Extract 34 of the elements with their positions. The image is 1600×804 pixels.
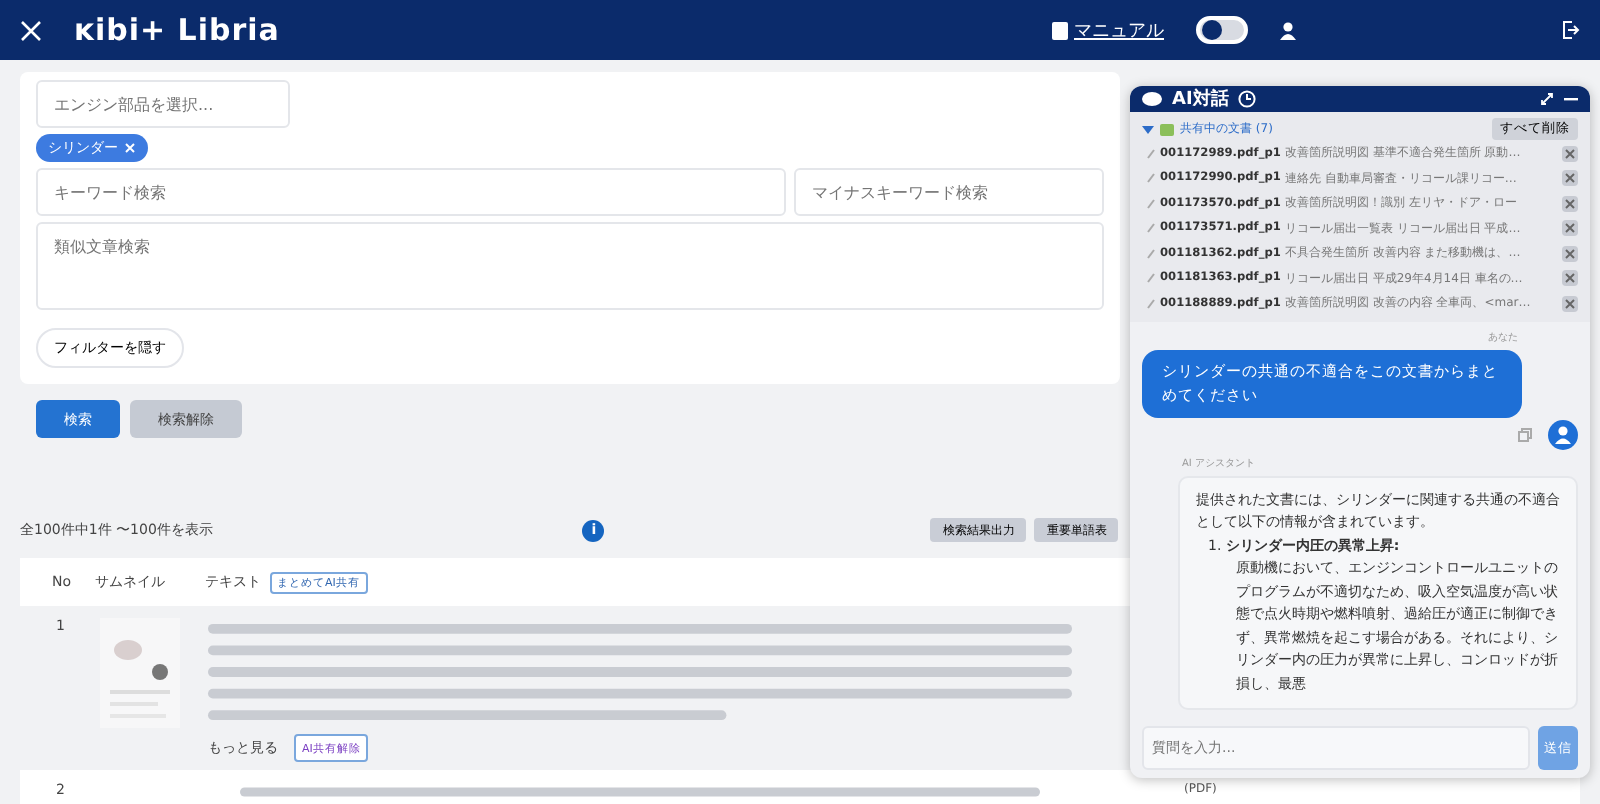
close-icon (1564, 172, 1576, 185)
close-icon (1564, 247, 1576, 260)
clock-icon[interactable] (1238, 90, 1257, 108)
app-logo: ĸibi+ Libria (74, 12, 280, 48)
user-icon (1280, 21, 1296, 39)
minimize-icon[interactable] (1564, 97, 1578, 101)
close-icon (1564, 222, 1576, 235)
toggle-switch[interactable] (1196, 16, 1248, 44)
close-icon (1564, 297, 1576, 310)
logout-icon[interactable] (1560, 20, 1580, 40)
close-icon[interactable] (20, 19, 42, 41)
close-icon (124, 142, 136, 154)
remove-doc-button[interactable] (1562, 220, 1578, 237)
part-select[interactable]: エンジン部品を選択... (36, 80, 290, 128)
similar-text-field[interactable]: 類似文章検索 (36, 222, 1104, 310)
book-icon (1052, 21, 1068, 39)
remove-doc-button[interactable] (1562, 295, 1578, 312)
chat-title: AI対話 (1172, 86, 1229, 112)
remove-doc-button[interactable] (1562, 270, 1578, 287)
manual-link[interactable]: マニュアル (1074, 17, 1164, 43)
remove-doc-button[interactable] (1562, 195, 1578, 212)
close-icon (1564, 197, 1576, 210)
user-avatar-icon (1548, 419, 1578, 449)
remove-doc-button[interactable] (1562, 245, 1578, 262)
remove-doc-button[interactable] (1562, 170, 1578, 187)
keyword-field[interactable]: キーワード検索 (36, 168, 786, 216)
collapse-icon[interactable] (1142, 123, 1154, 135)
remove-doc-button[interactable] (1562, 145, 1578, 162)
close-icon (1564, 272, 1576, 285)
chat-icon (1142, 91, 1162, 107)
expand-icon[interactable] (1540, 92, 1554, 106)
folder-icon (1160, 123, 1174, 135)
minus-keyword-field[interactable]: マイナスキーワード検索 (794, 168, 1104, 216)
close-icon (1564, 147, 1576, 160)
